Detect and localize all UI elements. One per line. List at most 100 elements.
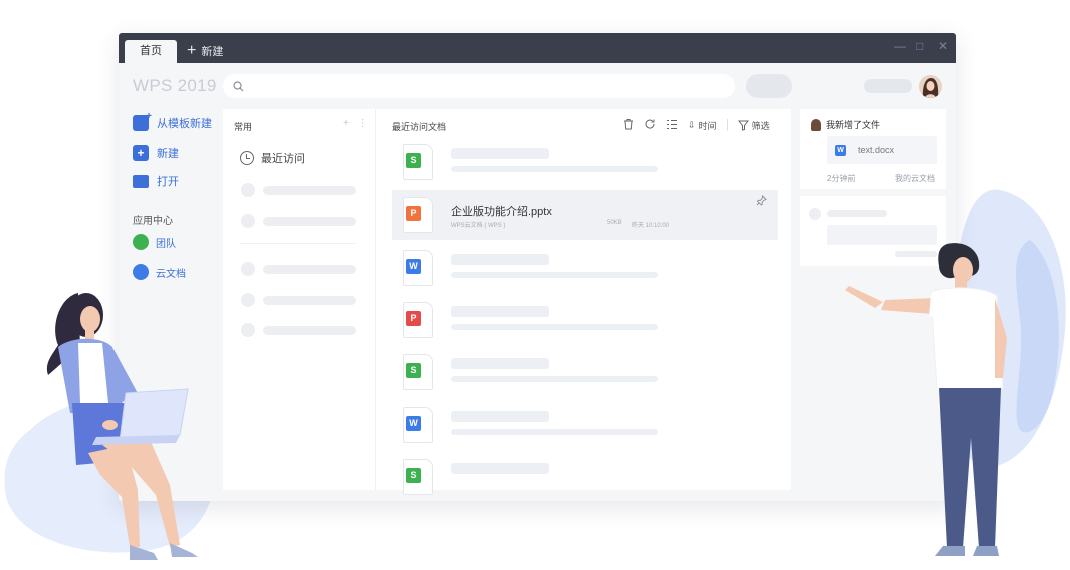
placeholder-text xyxy=(451,411,549,422)
writer-badge: W xyxy=(406,416,421,431)
filter-icon xyxy=(737,120,749,131)
activity-location: 我的云文档 xyxy=(895,174,935,183)
minimize-icon[interactable]: — xyxy=(894,39,906,53)
placeholder-text xyxy=(451,148,549,159)
file-time: 昨天 10:10:00 xyxy=(632,223,670,229)
writer-badge: W xyxy=(406,259,421,274)
file-icon: P xyxy=(403,302,433,338)
sidebar-item-cloud-docs[interactable]: 云文档 xyxy=(133,264,186,280)
placeholder-text xyxy=(451,358,549,369)
username-placeholder xyxy=(864,79,912,93)
sidebar-item-open[interactable]: 打开 xyxy=(133,173,179,189)
folder-icon xyxy=(133,174,149,188)
placeholder-text xyxy=(451,324,658,330)
recent-documents-title: 最近访问文档 xyxy=(392,122,447,132)
plus-icon: + xyxy=(187,42,197,59)
placeholder-item xyxy=(241,262,356,276)
filter-label: 筛选 xyxy=(751,120,770,131)
placeholder-text xyxy=(451,254,549,265)
file-size: 50KB xyxy=(607,220,622,226)
sheet-badge: S xyxy=(406,468,421,483)
file-row[interactable]: P xyxy=(392,295,778,345)
recent-access-item[interactable]: 最近访问 xyxy=(240,150,305,166)
more-icon[interactable]: ⋮ xyxy=(358,118,368,129)
search-input[interactable] xyxy=(223,74,735,98)
new-tab-label: 新建 xyxy=(201,46,224,58)
man-pointing-illustration xyxy=(845,243,1007,556)
search-icon xyxy=(233,80,244,91)
woman-with-laptop-illustration xyxy=(46,293,198,560)
file-row-selected[interactable]: P 企业版功能介绍.pptx WPS云文档 ( WPS ) 50KB 昨天 10… xyxy=(392,190,778,240)
file-row[interactable]: W xyxy=(392,243,778,293)
file-icon: S xyxy=(403,354,433,390)
file-icon: S xyxy=(403,144,433,180)
tab-home[interactable]: 首页 xyxy=(125,40,177,63)
recent-documents-panel: 最近访问文档 ⇩ 时间 筛选 S P 企业版功能介绍.pptx WPS云文档 (… xyxy=(375,109,791,495)
app-window: 首页 + 新建 — □ ✕ WPS 2019 + 从模板新建 + 新建 打开 应… xyxy=(119,33,956,501)
placeholder-item xyxy=(241,183,356,197)
toolbar: ⇩ 时间 筛选 xyxy=(623,118,770,132)
frequent-panel: 常用 + ⋮ 最近访问 xyxy=(223,109,375,490)
file-row[interactable]: S xyxy=(392,452,778,501)
refresh-icon[interactable] xyxy=(644,118,656,132)
recent-access-label: 最近访问 xyxy=(261,153,305,165)
sidebar-item-team[interactable]: 团队 xyxy=(133,234,176,250)
frequent-title: 常用 xyxy=(234,122,253,132)
placeholder-item xyxy=(241,214,356,228)
activity-file-name: text.docx xyxy=(858,145,895,155)
placeholder-text xyxy=(451,272,658,278)
filter-button[interactable]: 筛选 xyxy=(737,119,770,132)
trash-icon[interactable] xyxy=(623,118,634,132)
sidebar-item-template-new[interactable]: + 从模板新建 xyxy=(133,111,212,131)
file-row[interactable]: S xyxy=(392,137,778,187)
close-icon[interactable]: ✕ xyxy=(938,39,948,53)
new-tab-button[interactable]: + 新建 xyxy=(187,41,223,61)
placeholder-text xyxy=(451,376,658,382)
toolbar-divider xyxy=(726,119,728,131)
template-new-icon: + xyxy=(133,111,152,131)
sort-label: 时间 xyxy=(698,120,717,131)
title-bar: 首页 + 新建 — □ ✕ xyxy=(119,33,956,63)
sidebar-item-label: 新建 xyxy=(157,148,179,160)
file-location: WPS云文档 ( WPS ) xyxy=(451,223,506,229)
activity-title: 我新增了文件 xyxy=(826,120,881,130)
sidebar-item-label: 团队 xyxy=(156,238,176,250)
file-icon: S xyxy=(403,459,433,495)
clock-icon xyxy=(240,151,254,165)
plus-icon: + xyxy=(133,145,149,161)
header-placeholder-button[interactable] xyxy=(746,74,792,98)
activity-time: 2分钟前 xyxy=(827,174,856,183)
list-view-icon[interactable] xyxy=(666,119,678,132)
sheet-badge: S xyxy=(406,153,421,168)
avatar xyxy=(811,118,821,131)
brand-logo: WPS 2019 xyxy=(133,76,217,95)
sidebar-item-label: 云文档 xyxy=(156,268,186,280)
avatar[interactable] xyxy=(919,75,942,98)
placeholder-item xyxy=(241,323,356,337)
sidebar-item-new[interactable]: + 新建 xyxy=(133,145,179,161)
presentation-badge: P xyxy=(406,206,421,221)
maximize-icon[interactable]: □ xyxy=(916,39,923,53)
file-name: 企业版功能介绍.pptx xyxy=(451,206,552,218)
placeholder-text xyxy=(451,463,549,474)
app-center-heading: 应用中心 xyxy=(133,216,173,227)
word-doc-icon: W xyxy=(835,144,846,156)
divider xyxy=(240,243,356,244)
file-row[interactable]: W xyxy=(392,400,778,450)
pin-icon[interactable] xyxy=(756,195,767,209)
activity-card[interactable]: 我新增了文件 W text.docx 2分钟前 我的云文档 xyxy=(800,109,946,189)
sort-by-time-button[interactable]: ⇩ 时间 xyxy=(688,119,717,132)
placeholder-text xyxy=(451,306,549,317)
sheet-badge: S xyxy=(406,363,421,378)
team-icon xyxy=(133,234,149,250)
add-icon[interactable]: + xyxy=(343,118,349,129)
pdf-badge: P xyxy=(406,311,421,326)
sidebar-item-label: 从模板新建 xyxy=(157,118,212,130)
sort-icon: ⇩ xyxy=(688,119,696,130)
sidebar-item-label: 打开 xyxy=(157,176,179,188)
activity-file[interactable]: W text.docx xyxy=(827,136,937,164)
file-icon: W xyxy=(403,407,433,443)
placeholder-text xyxy=(451,166,658,172)
file-row[interactable]: S xyxy=(392,347,778,397)
cloud-doc-icon xyxy=(133,264,149,280)
